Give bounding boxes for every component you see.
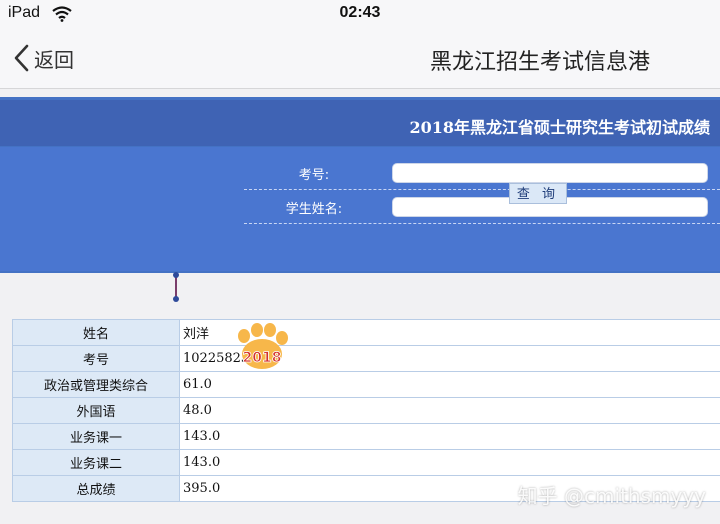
chevron-left-icon [14, 44, 29, 72]
back-button[interactable]: 返回 [12, 40, 74, 76]
exam-number-row: 考号: [244, 157, 720, 190]
table-row: 考号 1022582300 [12, 345, 720, 372]
row-label-name: 姓名 [12, 319, 180, 346]
sticker-text: 2018 [243, 350, 282, 366]
page-title: 黑龙江招生考试信息港 [429, 50, 650, 75]
table-row: 业务课二 143.0 [12, 449, 720, 476]
scroll-handle[interactable] [173, 271, 179, 303]
row-label-exam-number: 考号 [12, 345, 180, 372]
row-value-subject-two: 143.0 [179, 449, 720, 476]
query-panel: 2018年黑龙江省硕士研究生考试初试成绩 考号: 学生姓名: [0, 97, 720, 273]
student-name-row: 学生姓名: [244, 191, 720, 224]
exam-number-input[interactable] [392, 163, 708, 183]
table-row: 政治或管理类综合 61.0 [12, 371, 720, 398]
row-label-subject-one: 业务课一 [12, 423, 180, 450]
status-bar: iPad 02:43 [0, 0, 720, 28]
row-value-subject-one: 143.0 [179, 423, 720, 450]
row-label-foreign-language: 外国语 [12, 397, 180, 424]
nav-bar: 返回 黑龙江招生考试信息港 [0, 28, 720, 89]
status-time: 02:43 [339, 4, 381, 21]
query-form: 考号: 学生姓名: [0, 147, 720, 271]
table-row: 业务课一 143.0 [12, 423, 720, 450]
exam-number-label: 考号: [298, 168, 330, 183]
table-row: 姓名 刘洋 [12, 319, 720, 346]
row-label-total: 总成绩 [12, 475, 180, 502]
watermark: 知乎 @cmithsmyyy [517, 484, 706, 508]
row-value-foreign-language: 48.0 [179, 397, 720, 424]
query-button[interactable]: 查 询 [509, 183, 567, 204]
panel-header: 2018年黑龙江省硕士研究生考试初试成绩 [0, 100, 720, 146]
score-table: 姓名 刘洋 考号 1022582300 政治或管理类综合 61.0 外国语 48… [12, 319, 720, 502]
table-row: 外国语 48.0 [12, 397, 720, 424]
paw-sticker-icon: 2018 [238, 323, 288, 369]
panel-title: 2018年黑龙江省硕士研究生考试初试成绩 [409, 118, 710, 137]
student-name-label: 学生姓名: [285, 202, 343, 217]
row-label-subject-two: 业务课二 [12, 449, 180, 476]
back-label: 返回 [34, 47, 74, 72]
row-label-politics: 政治或管理类综合 [12, 371, 180, 398]
